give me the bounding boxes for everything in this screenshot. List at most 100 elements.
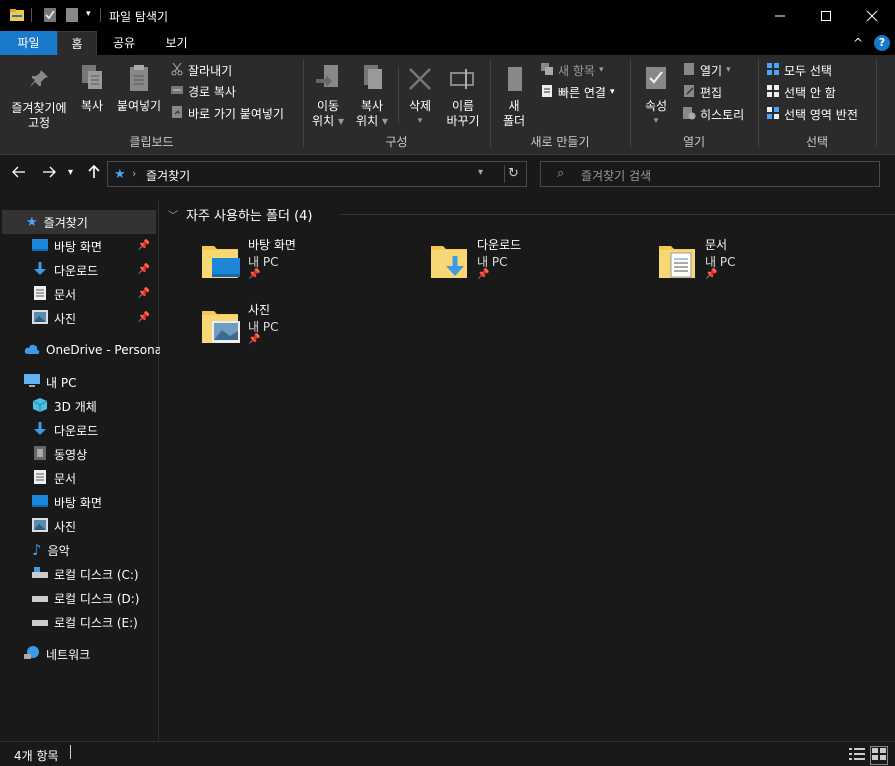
details-view-icon[interactable] [849,747,865,764]
chevron-down-icon[interactable]: ▾ [636,114,676,129]
chevron-down-icon: ▾ [598,65,604,75]
breadcrumb-quick-access[interactable]: 즐겨찾기 [146,167,190,184]
easy-access-button[interactable]: 빠른 연결 ▾ [540,83,615,101]
select-none-button[interactable]: 선택 안 함 [766,83,836,101]
folder-tile-documents[interactable]: 문서 내 PC 📌 [657,236,877,292]
history-button[interactable]: 히스토리 [682,105,744,123]
copy-path-button[interactable]: 경로 복사 [170,82,236,100]
sidebar-item-quick-access[interactable]: ★ 즐겨찾기 [26,210,88,234]
pin-icon[interactable]: 📌 [138,288,150,299]
close-button[interactable] [849,0,895,31]
pictures-icon [32,309,48,327]
drive-icon [32,566,48,582]
folder-location: 내 PC [248,255,279,269]
copy-button[interactable]: 복사 [74,63,110,114]
paste-shortcut-icon [170,105,184,122]
invert-selection-button[interactable]: 선택 영역 반전 [766,105,858,123]
sidebar-item-label: 문서 [54,287,77,302]
sidebar-item-pc-documents[interactable]: 문서 [32,466,76,490]
download-arrow-icon [32,261,48,280]
pin-icon[interactable]: 📌 [477,269,489,280]
folder-tile-pictures[interactable]: 사진 내 PC 📌 [200,301,420,357]
folder-app-icon [9,7,25,24]
search-input[interactable]: 즐겨찾기 검색 [581,167,651,184]
pin-icon[interactable]: 📌 [138,264,150,275]
pin-to-quick-access-button[interactable]: 즐겨찾기에 고정 [6,67,72,131]
scissors-icon [170,62,184,79]
help-icon[interactable]: ? [874,35,890,51]
open-button[interactable]: 열기 ▾ [682,61,731,79]
tab-file[interactable]: 파일 [0,31,57,55]
address-bar[interactable]: ★ › 즐겨찾기 ▾ ↻ [107,161,527,187]
sidebar-item-pc-downloads[interactable]: 다운로드 [32,418,98,442]
sidebar-item-3d-objects[interactable]: 3D 개체 [32,394,97,418]
sidebar-item-pc-desktop[interactable]: 바탕 화면 [32,490,102,514]
pin-icon[interactable]: 📌 [705,269,717,280]
copy-to-button[interactable]: 복사 위치 ▾ [352,63,392,129]
new-item-button[interactable]: 새 항목 ▾ [540,61,603,79]
pin-icon[interactable]: 📌 [138,312,150,323]
copy-label: 복사 [80,99,104,113]
select-all-button[interactable]: 모두 선택 [766,61,832,79]
pin-icon[interactable]: 📌 [248,334,260,345]
sidebar-item-label: 로컬 디스크 (E:) [54,615,138,630]
forward-arrow-icon[interactable] [42,164,56,183]
sidebar-item-drive-c[interactable]: 로컬 디스크 (C:) [32,562,139,586]
sidebar-item-desktop[interactable]: 바탕 화면 📌 [32,234,156,258]
collapse-ribbon-icon[interactable]: ^ [853,36,863,50]
sidebar-item-onedrive[interactable]: OneDrive - Personal [24,338,165,362]
paste-shortcut-button[interactable]: 바로 가기 붙여넣기 [170,104,284,122]
properties-icon[interactable] [42,7,58,24]
move-to-button[interactable]: 이동 위치 ▾ [308,63,348,129]
search-icon: ⌕ [557,166,565,181]
sidebar-item-pictures[interactable]: 사진 📌 [32,306,156,330]
divider [31,8,32,22]
sidebar-item-downloads[interactable]: 다운로드 📌 [32,258,156,282]
sidebar-item-label: 사진 [54,519,77,534]
folder-location: 내 PC [248,320,279,334]
pin-icon[interactable]: 📌 [248,269,260,280]
rename-button[interactable]: 이름 바꾸기 [442,63,484,129]
rename-label-2: 바꾸기 [446,114,480,128]
sidebar-item-documents[interactable]: 문서 📌 [32,282,156,306]
sidebar-item-videos[interactable]: 동영상 [32,442,87,466]
sidebar-item-drive-e[interactable]: 로컬 디스크 (E:) [32,610,138,634]
folder-tile-desktop[interactable]: 바탕 화면 내 PC 📌 [200,236,420,292]
folder-tile-downloads[interactable]: 다운로드 내 PC 📌 [429,236,649,292]
downloads-folder-icon [429,240,471,285]
search-box[interactable]: ⌕ 즐겨찾기 검색 [540,161,880,187]
back-arrow-icon[interactable] [12,164,26,183]
properties-button[interactable]: 속성 ▾ [636,63,676,129]
sidebar-item-music[interactable]: ♪ 음악 [32,538,70,562]
new-folder-label-1: 새 [508,99,520,113]
cut-label: 잘라내기 [188,63,233,78]
tab-share[interactable]: 공유 [103,31,145,55]
refresh-icon[interactable]: ↻ [508,166,519,181]
new-folder-button[interactable]: 새 폴더 [496,63,532,129]
maximize-button[interactable] [803,0,849,31]
chevron-down-icon[interactable]: ﹀ [168,207,178,222]
up-arrow-icon[interactable] [87,164,101,183]
tab-home[interactable]: 홈 [57,31,97,55]
section-header[interactable]: ﹀ 자주 사용하는 폴더 (4) [168,205,313,224]
paste-button[interactable]: 붙여넣기 [114,63,164,114]
tab-view[interactable]: 보기 [154,31,199,55]
sidebar-item-label: 로컬 디스크 (C:) [54,567,139,582]
delete-button[interactable]: 삭제 ▾ [402,63,438,129]
delete-dropdown-icon[interactable]: ▾ [402,114,438,129]
large-icons-view-icon[interactable] [870,746,888,765]
divider [70,745,71,759]
cut-button[interactable]: 잘라내기 [170,61,232,79]
new-folder-quick-icon[interactable] [64,7,80,24]
sidebar-item-drive-d[interactable]: 로컬 디스크 (D:) [32,586,139,610]
edit-button[interactable]: 편집 [682,83,722,101]
minimize-button[interactable] [757,0,803,31]
breadcrumb-separator-icon[interactable]: › [132,167,136,180]
recent-locations-chevron-icon[interactable]: ▾ [68,167,73,178]
address-history-chevron-icon[interactable]: ▾ [478,167,483,178]
sidebar-item-pc-pictures[interactable]: 사진 [32,514,76,538]
sidebar-item-network[interactable]: 네트워크 [24,642,90,666]
sidebar-item-this-pc[interactable]: 내 PC [24,370,76,394]
pin-icon[interactable]: 📌 [138,240,150,251]
customize-toolbar-icon[interactable]: ▾ [86,9,91,26]
